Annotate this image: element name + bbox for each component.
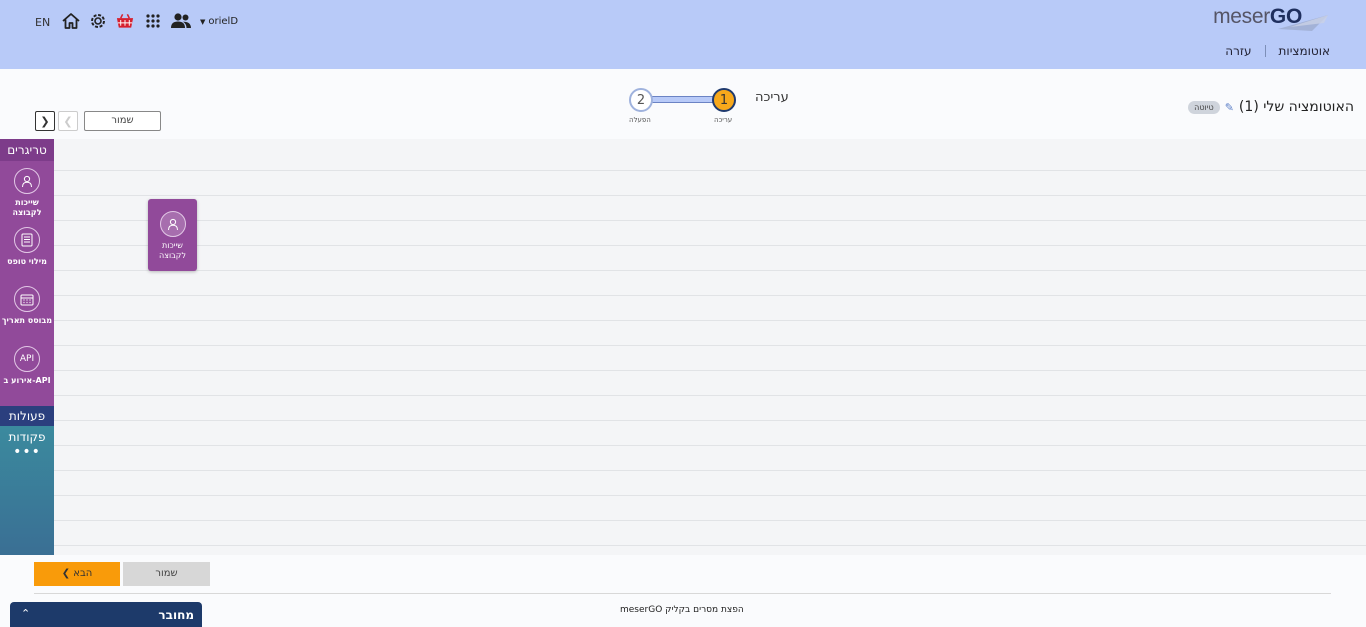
trigger-label: מילוי טופס [7,257,47,266]
triggers-title[interactable]: טריגרים [0,139,54,161]
next-arrow-button[interactable]: ❯ [35,111,55,131]
calendar-icon [14,286,40,312]
next-button[interactable]: ❮ הבא [34,562,120,586]
chevron-down-icon: ▼ [200,17,206,26]
connection-status-bar[interactable]: ⌃ מחובר [10,602,202,627]
footer-tagline: meserGO הפצת מסרים בקליק [620,605,744,615]
commands-panel[interactable]: פקודות ••• [0,426,54,555]
trigger-api-event[interactable]: API אירוע ב-API [0,346,54,386]
trigger-group-membership[interactable]: שייכות לקבוצה [0,168,54,218]
user-name: orielD [208,16,239,27]
builder-sidebar: טריגרים שייכות לקבוצה מילוי טופס מבוסס ת… [0,139,54,555]
home-icon[interactable] [61,11,81,31]
basket-icon[interactable] [115,11,135,31]
triggers-panel: טריגרים שייכות לקבוצה מילוי טופס מבוסס ת… [0,139,54,406]
group-membership-icon [159,211,186,237]
node-label: שייכות לקבוצה [159,241,186,260]
trigger-date-based[interactable]: מבוסס תאריך [0,286,54,326]
step-edit[interactable]: 1 [712,88,736,112]
automation-title-row: האוטומציה שלי (1) ✎ טיוטה [1188,99,1354,115]
connection-status-label: מחובר [158,608,194,622]
trigger-label: שייכות לקבוצה [12,198,42,217]
trigger-form-fill[interactable]: מילוי טופס [0,227,54,267]
chevron-up-icon: ⌃ [21,607,31,620]
step-activate-caption: הפעלה [629,116,651,124]
page-title: האוטומציה שלי (1) [1238,99,1354,115]
api-icon: API [14,346,40,372]
nav-divider [1264,45,1266,57]
form-icon [14,227,40,253]
language-switch[interactable]: EN [35,16,50,29]
commands-title: פקודות [8,430,46,444]
chevron-left-icon: ❮ [61,568,71,579]
current-step-label: עריכה [755,90,789,105]
apps-grid-icon[interactable] [143,11,163,31]
pencil-icon[interactable]: ✎ [1225,101,1234,114]
user-menu[interactable]: ▼ orielD [200,16,238,27]
more-icon[interactable]: ••• [0,444,54,460]
users-icon[interactable] [170,11,192,31]
nav-help[interactable]: עזרה [1225,44,1251,58]
gear-icon[interactable] [88,11,108,31]
chevron-left-icon: ❮ [63,114,73,128]
prev-arrow-button[interactable]: ❮ [58,111,78,131]
stepper-progress [650,96,716,103]
step-activate[interactable]: 2 [629,88,653,112]
status-badge: טיוטה [1188,100,1220,114]
top-header: EN ▼ orielD meserGO אוטומציות עזרה [0,0,1366,69]
save-button-top[interactable]: שמור [84,111,161,131]
group-membership-icon [14,168,40,194]
chevron-right-icon: ❯ [40,114,50,128]
actions-tab[interactable]: פעולות [0,406,54,426]
canvas-node-group-membership[interactable]: שייכות לקבוצה [148,199,197,271]
save-button[interactable]: שמור [123,562,210,586]
logo: meserGO [1213,5,1330,35]
trigger-label: אירוע ב-API [3,376,51,385]
next-button-label: הבא [73,568,93,579]
step-edit-caption: עריכה [714,116,733,124]
nav-automations[interactable]: אוטומציות [1279,44,1330,58]
footer-divider [34,593,1331,594]
trigger-label: מבוסס תאריך [1,316,53,325]
top-nav: אוטומציות עזרה [1225,44,1330,58]
automation-canvas[interactable] [54,139,1366,555]
